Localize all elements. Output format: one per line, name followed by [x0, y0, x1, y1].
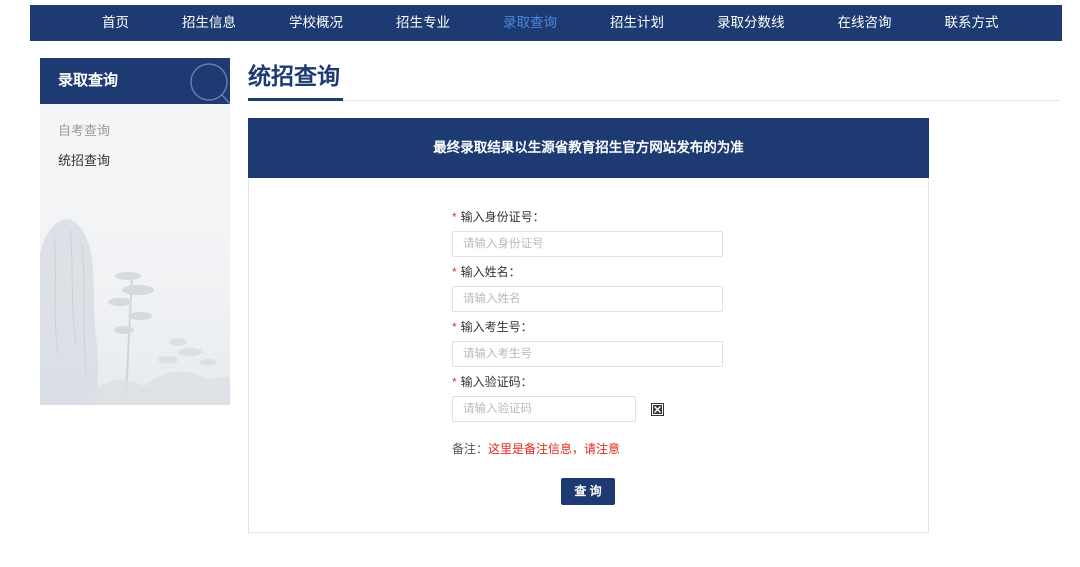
exam-number-label-text: 输入考生号：	[460, 320, 533, 334]
name-field-group: * 输入姓名：	[452, 262, 724, 317]
distant-tree	[178, 348, 202, 356]
pine-foliage	[128, 312, 152, 320]
required-mark: *	[452, 320, 457, 334]
id-number-label-text: 输入身份证号：	[460, 210, 545, 224]
captcha-image[interactable]	[651, 402, 664, 416]
sidebar-item-self-exam-query[interactable]: 自考查询	[58, 116, 110, 146]
nav-item-online-consult[interactable]: 在线咨询	[838, 5, 892, 41]
sidebar-menu: 自考查询 统招查询	[40, 104, 230, 405]
name-input[interactable]	[452, 286, 723, 312]
note-text: 这里是备注信息，请注意	[488, 442, 621, 456]
form-note: 备注：这里是备注信息，请注意	[452, 439, 724, 459]
required-mark: *	[452, 210, 457, 224]
captcha-label: * 输入验证码：	[452, 372, 724, 392]
page-title: 统招查询	[248, 63, 340, 89]
required-mark: *	[452, 375, 457, 389]
pine-foliage	[108, 298, 132, 306]
note-label: 备注：	[452, 442, 489, 456]
exam-number-field-group: * 输入考生号：	[452, 317, 724, 372]
top-navigation: 首页 招生信息 学校概况 招生专业 录取查询 招生计划 录取分数线 在线咨询 联…	[30, 5, 1062, 41]
name-label: * 输入姓名：	[452, 262, 724, 282]
distant-tree	[158, 356, 178, 364]
notice-text: 最终录取结果以生源省教育招生官方网站发布的为准	[433, 140, 744, 155]
id-number-label: * 输入身份证号：	[452, 207, 724, 227]
nav-item-home[interactable]: 首页	[102, 5, 129, 41]
nav-item-enrollment-plan[interactable]: 招生计划	[610, 5, 664, 41]
broken-image-icon	[651, 402, 664, 416]
captcha-label-text: 输入验证码：	[460, 375, 533, 389]
search-icon-lens	[190, 63, 228, 101]
rock-cliff	[40, 219, 98, 405]
pine-foliage	[115, 272, 141, 280]
title-underline	[248, 98, 343, 101]
id-number-input[interactable]	[452, 231, 723, 257]
notice-banner: 最终录取结果以生源省教育招生官方网站发布的为准	[248, 118, 929, 178]
captcha-input[interactable]	[452, 396, 636, 422]
nav-item-admission-query[interactable]: 录取查询	[503, 5, 557, 41]
nav-item-cutoff-scores[interactable]: 录取分数线	[717, 5, 785, 41]
exam-number-input[interactable]	[452, 341, 723, 367]
query-button[interactable]: 查 询	[561, 478, 615, 505]
search-icon	[190, 63, 230, 104]
captcha-row	[452, 396, 724, 422]
sidebar-title: 录取查询	[58, 72, 119, 89]
query-form: *输入身份证号： *输入姓名： *输入考生号： *输入验证码：	[452, 207, 724, 505]
title-divider	[343, 100, 1060, 101]
pine-foliage	[114, 326, 134, 334]
nav-item-school-overview[interactable]: 学校概况	[289, 5, 343, 41]
nav-item-contact[interactable]: 联系方式	[945, 5, 999, 41]
sidebar-list: 自考查询 统招查询	[58, 116, 110, 176]
exam-number-label: * 输入考生号：	[452, 317, 724, 337]
nav-item-admission-info[interactable]: 招生信息	[182, 5, 236, 41]
nav-item-majors[interactable]: 招生专业	[396, 5, 450, 41]
query-panel: 最终录取结果以生源省教育招生官方网站发布的为准 *输入身份证号： *输入姓名： …	[248, 118, 929, 533]
sidebar-item-unified-admission-query[interactable]: 统招查询	[58, 146, 110, 176]
distant-tree	[169, 338, 187, 346]
pine-foliage	[122, 285, 154, 295]
search-icon-handle	[221, 94, 230, 104]
name-label-text: 输入姓名：	[460, 265, 521, 279]
required-mark: *	[452, 265, 457, 279]
captcha-field-group: * 输入验证码：	[452, 372, 724, 427]
id-number-field-group: * 输入身份证号：	[452, 207, 724, 262]
distant-tree	[199, 359, 217, 365]
sidebar-header: 录取查询	[40, 58, 230, 104]
